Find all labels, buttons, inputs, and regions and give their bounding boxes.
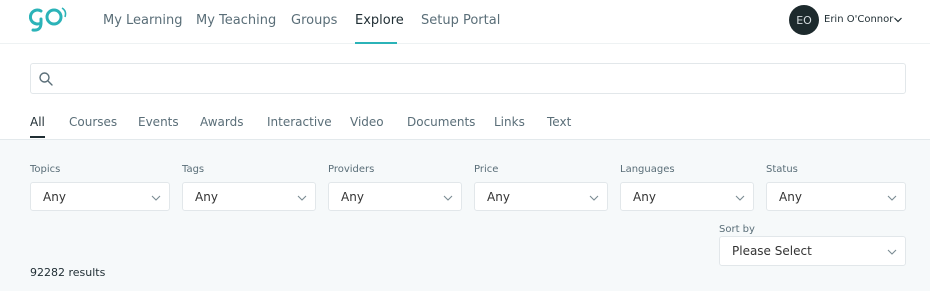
chevron-down-icon (735, 195, 745, 201)
tab-awards[interactable]: Awards (200, 115, 243, 129)
sort-by-label: Sort by (719, 224, 755, 235)
tab-courses[interactable]: Courses (69, 115, 117, 129)
tags-select-value: Any (195, 190, 218, 204)
nav-my-learning[interactable]: My Learning (103, 13, 182, 28)
chevron-down-icon (443, 195, 453, 201)
topics-select[interactable]: Any (30, 182, 170, 211)
tab-video[interactable]: Video (350, 115, 384, 129)
tab-all[interactable]: All (30, 115, 45, 129)
sort-by-select-value: Please Select (732, 244, 812, 258)
filter-label-status: Status (766, 164, 798, 175)
results-count: 92282 results (30, 266, 106, 279)
tab-active-indicator (30, 136, 45, 138)
filter-label-providers: Providers (328, 164, 375, 175)
status-select[interactable]: Any (766, 182, 906, 211)
filter-label-topics: Topics (30, 164, 61, 175)
nav-groups[interactable]: Groups (291, 13, 337, 28)
status-select-value: Any (779, 190, 802, 204)
search-box[interactable] (30, 63, 906, 94)
search-icon (39, 72, 53, 86)
sort-by-select[interactable]: Please Select (719, 236, 906, 266)
nav-active-indicator (355, 42, 397, 44)
chevron-down-icon (297, 195, 307, 201)
filter-label-tags: Tags (182, 164, 205, 175)
avatar-initials: EO (796, 13, 812, 27)
chevron-down-icon (589, 195, 599, 201)
providers-select[interactable]: Any (328, 182, 462, 211)
chevron-down-icon (887, 249, 897, 255)
price-select[interactable]: Any (474, 182, 608, 211)
filter-label-languages: Languages (620, 164, 675, 175)
topics-select-value: Any (43, 190, 66, 204)
price-select-value: Any (487, 190, 510, 204)
nav-my-teaching[interactable]: My Teaching (196, 13, 276, 28)
tags-select[interactable]: Any (182, 182, 316, 211)
tab-events[interactable]: Events (138, 115, 179, 129)
tab-documents[interactable]: Documents (407, 115, 475, 129)
nav-setup-portal[interactable]: Setup Portal (421, 13, 500, 28)
top-navigation-bar: My Learning My Teaching Groups Explore S… (0, 0, 930, 44)
nav-explore[interactable]: Explore (355, 13, 404, 28)
tab-links[interactable]: Links (494, 115, 525, 129)
chevron-down-icon (887, 195, 897, 201)
search-input[interactable] (59, 64, 899, 93)
go-logo[interactable] (29, 5, 69, 33)
filter-panel (0, 139, 930, 291)
languages-select[interactable]: Any (620, 182, 754, 211)
filter-label-price: Price (474, 164, 499, 175)
languages-select-value: Any (633, 190, 656, 204)
user-name[interactable]: Erin O'Connor (824, 14, 893, 25)
providers-select-value: Any (341, 190, 364, 204)
tab-interactive[interactable]: Interactive (267, 115, 332, 129)
user-avatar[interactable]: EO (789, 5, 819, 35)
chevron-down-icon[interactable] (893, 15, 903, 25)
chevron-down-icon (151, 195, 161, 201)
tab-text[interactable]: Text (547, 115, 571, 129)
